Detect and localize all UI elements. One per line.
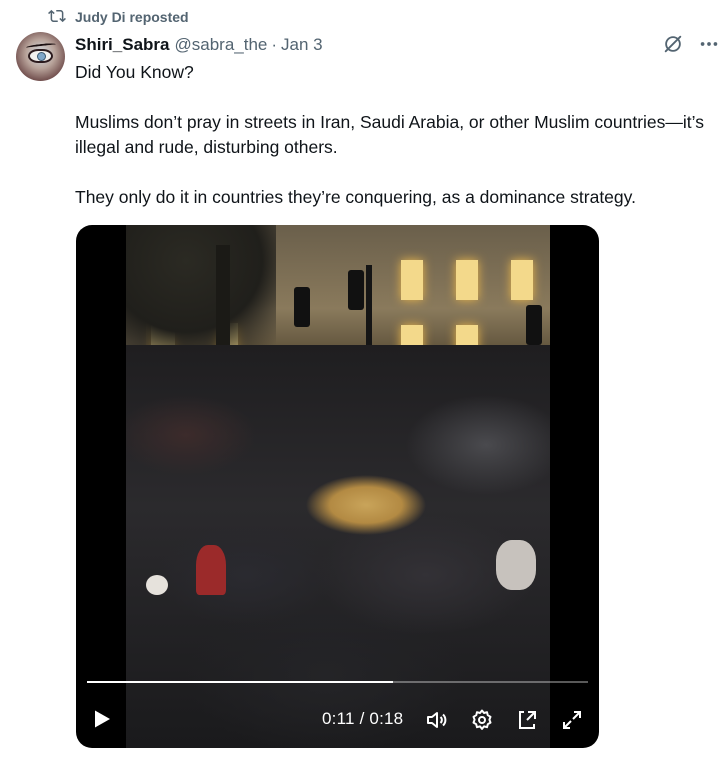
play-icon[interactable]: [90, 707, 114, 731]
tweet-text-line: Muslims don’t pray in streets in Iran, S…: [75, 112, 704, 157]
video-player[interactable]: 0:11 / 0:18: [76, 225, 599, 748]
video-duration: 0:18: [369, 709, 404, 728]
video-frame[interactable]: [126, 225, 550, 748]
tweet-text-line: Did You Know?: [75, 62, 194, 82]
author-name[interactable]: Shiri_Sabra: [75, 35, 170, 55]
repost-indicator[interactable]: Judy Di reposted: [48, 7, 189, 27]
video-controls: 0:11 / 0:18: [76, 695, 599, 745]
tweet-top-actions: [662, 33, 720, 60]
tweet-header: Shiri_Sabra @sabra_the · Jan 3: [75, 33, 323, 57]
header-separator: ·: [271, 35, 278, 54]
grok-icon[interactable]: [662, 33, 684, 60]
tweet-date[interactable]: Jan 3: [281, 35, 323, 55]
repost-label: Judy Di reposted: [75, 9, 189, 25]
repost-icon: [48, 7, 66, 28]
volume-icon[interactable]: [425, 708, 449, 732]
more-options-icon[interactable]: [698, 33, 720, 60]
pip-icon[interactable]: [515, 708, 539, 732]
tweet-text: Did You Know? Muslims don’t pray in stre…: [75, 60, 715, 210]
avatar[interactable]: [16, 32, 65, 81]
video-current-time: 0:11: [322, 709, 355, 728]
video-time: 0:11 / 0:18: [322, 709, 403, 729]
video-progress-bar[interactable]: [87, 681, 588, 683]
tweet-text-line: They only do it in countries they’re con…: [75, 187, 636, 207]
video-time-separator: /: [354, 709, 370, 728]
author-handle[interactable]: @sabra_the: [175, 35, 268, 55]
settings-icon[interactable]: [470, 708, 494, 732]
fullscreen-icon[interactable]: [560, 708, 584, 732]
video-progress-fill: [87, 681, 393, 683]
